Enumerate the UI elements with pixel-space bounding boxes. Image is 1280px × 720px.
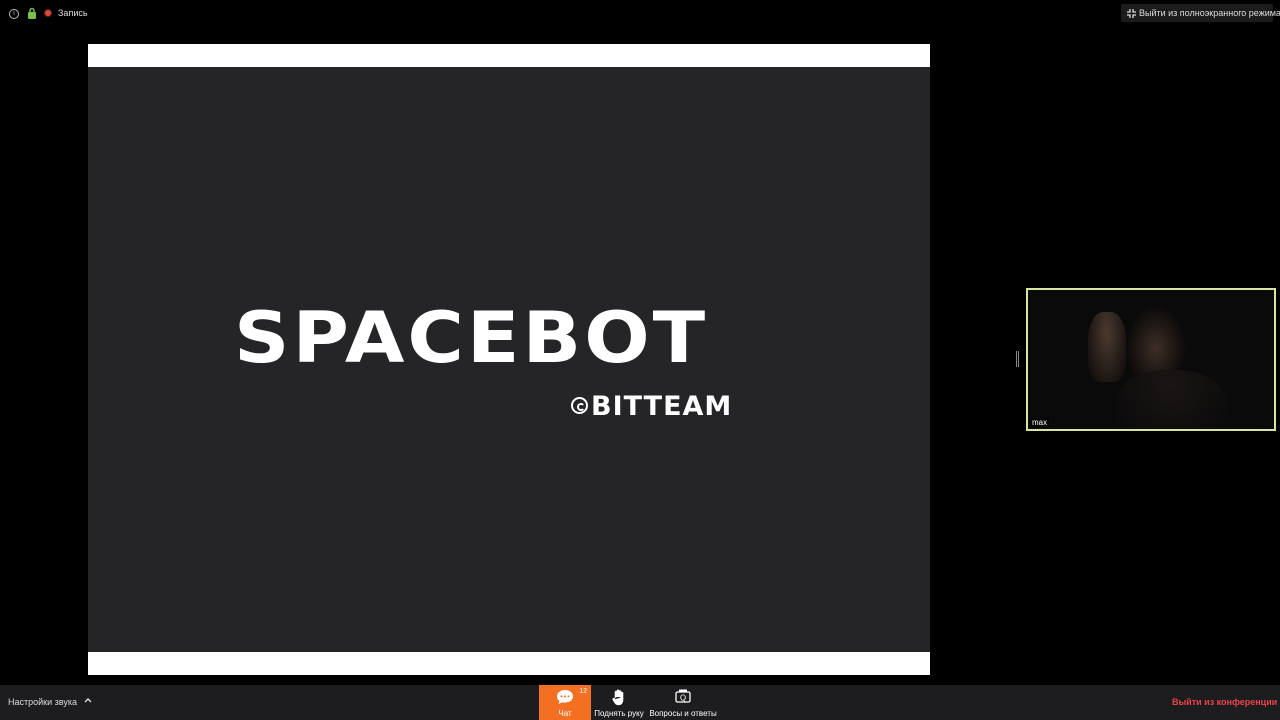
- qa-button[interactable]: Q Вопросы и ответы: [648, 685, 718, 720]
- top-status-bar: i Запись Выйти из полноэкранного режима: [0, 0, 1280, 26]
- chat-unread-count: 12: [579, 688, 587, 695]
- zoom-webinar-window: i Запись Выйти из полноэкранного режима …: [0, 0, 1280, 720]
- raise-hand-icon: [612, 689, 624, 706]
- slide-brand-title: SPACEBOT: [234, 297, 709, 380]
- qa-label: Вопросы и ответы: [649, 709, 717, 718]
- chevron-up-icon[interactable]: [83, 695, 93, 705]
- raise-hand-label: Поднять руку: [594, 709, 644, 718]
- leave-meeting-button[interactable]: Выйти из конференции: [1172, 697, 1277, 707]
- video-feed-hand: [1088, 312, 1126, 382]
- exit-fullscreen-button[interactable]: Выйти из полноэкранного режима: [1121, 4, 1280, 22]
- chat-bubble-icon: [557, 690, 573, 704]
- qa-icon: Q: [675, 689, 691, 703]
- exit-fullscreen-icon: [1127, 9, 1136, 18]
- chat-label: Чат: [558, 709, 572, 718]
- participant-video[interactable]: max: [1026, 288, 1276, 431]
- chat-button[interactable]: 12 Чат: [539, 685, 591, 720]
- panel-resize-handle[interactable]: [1016, 351, 1020, 367]
- shared-screen-top-bar: [88, 44, 930, 67]
- participant-name: max: [1030, 418, 1050, 427]
- slide-sub-brand-text: BITTEAM: [591, 391, 733, 422]
- raise-hand-button[interactable]: Поднять руку: [592, 685, 646, 720]
- meeting-toolbar: Настройки звука 12 Чат Поднять руку Q Во…: [0, 685, 1280, 720]
- lock-icon[interactable]: [27, 7, 37, 19]
- video-feed-body: [1116, 370, 1226, 429]
- exit-fullscreen-label: Выйти из полноэкранного режима: [1139, 8, 1280, 18]
- audio-settings-button[interactable]: Настройки звука: [8, 697, 77, 707]
- recording-icon: [45, 10, 51, 16]
- recording-label: Запись: [58, 8, 88, 18]
- bitteam-logo-icon: [571, 397, 588, 414]
- shared-screen-bottom-bar: [88, 652, 930, 675]
- shared-screen: SPACEBOT BITTEAM: [88, 44, 930, 675]
- info-icon[interactable]: i: [9, 9, 19, 19]
- svg-text:Q: Q: [680, 693, 686, 702]
